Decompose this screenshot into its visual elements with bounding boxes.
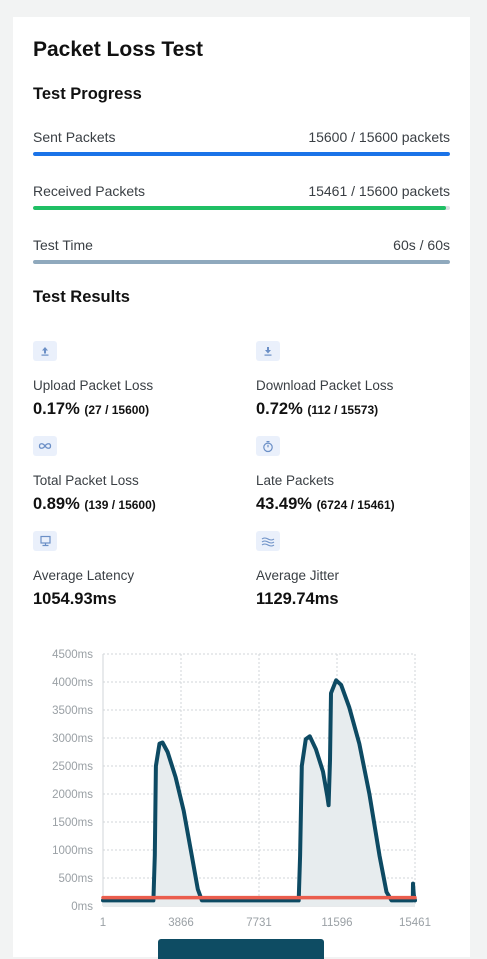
- metric-label: Total Packet Loss: [33, 473, 139, 488]
- progress-label: Sent Packets: [33, 129, 116, 145]
- action-button[interactable]: [158, 939, 324, 959]
- page-title: Packet Loss Test: [33, 38, 204, 61]
- y-tick-label: 4000ms: [52, 677, 93, 689]
- infinity-icon: [33, 436, 57, 456]
- waves-icon: [256, 531, 280, 551]
- y-tick-label: 1000ms: [52, 845, 93, 857]
- metric-value: 0.72% (112 / 15573): [256, 400, 379, 418]
- progress-bar: [33, 206, 450, 210]
- progress-fill: [33, 152, 450, 156]
- progress-bar: [33, 260, 450, 264]
- progress-fill: [33, 206, 447, 210]
- metric-value: 0.89% (139 / 15600): [33, 495, 156, 513]
- metric-label: Upload Packet Loss: [33, 378, 154, 393]
- progress-value: 15600 / 15600 packets: [308, 129, 450, 145]
- x-tick-label: 15461: [399, 917, 431, 927]
- progress-label: Received Packets: [33, 183, 146, 199]
- x-tick-label: 3866: [168, 917, 194, 927]
- y-tick-label: 0ms: [71, 901, 93, 913]
- metric-label: Download Packet Loss: [256, 378, 394, 393]
- y-tick-label: 2000ms: [52, 789, 93, 801]
- x-tick-label: 11596: [321, 917, 352, 927]
- y-tick-label: 3500ms: [52, 705, 93, 717]
- results-heading: Test Results: [33, 288, 130, 306]
- y-tick-label: 2500ms: [52, 761, 93, 773]
- stopwatch-icon: [256, 436, 280, 456]
- upload-icon: [33, 341, 57, 361]
- download-icon: [256, 341, 280, 361]
- y-tick-label: 3000ms: [52, 733, 93, 745]
- metric-label: Late Packets: [256, 473, 335, 488]
- metric-label: Average Latency: [33, 568, 135, 583]
- progress-label: Test Time: [33, 237, 93, 253]
- progress-bar: [33, 152, 450, 156]
- latency-chart: 0ms 500ms 1000ms 1500ms 2000ms 2500ms 3000ms 35…: [52, 649, 431, 927]
- progress-fill: [33, 260, 450, 264]
- metric-value: 1054.93ms: [33, 590, 117, 608]
- metric-label: Average Jitter: [256, 568, 340, 583]
- x-tick-label: 7731: [246, 917, 272, 927]
- progress-value: 15461 / 15600 packets: [308, 183, 450, 199]
- results-card: Packet Loss Test Test Progress Sent Pack…: [13, 17, 470, 959]
- y-tick-label: 4500ms: [52, 649, 93, 661]
- y-tick-label: 500ms: [58, 873, 93, 885]
- y-tick-label: 1500ms: [52, 817, 93, 829]
- metric-value: 1129.74ms: [256, 590, 339, 608]
- progress-value: 60s / 60s: [393, 237, 450, 253]
- metric-value: 0.17% (27 / 15600): [33, 400, 150, 418]
- monitor-icon: [33, 531, 57, 551]
- progress-heading: Test Progress: [33, 85, 142, 103]
- x-tick-label: 1: [100, 917, 106, 927]
- metric-value: 43.49% (6724 / 15461): [256, 495, 395, 513]
